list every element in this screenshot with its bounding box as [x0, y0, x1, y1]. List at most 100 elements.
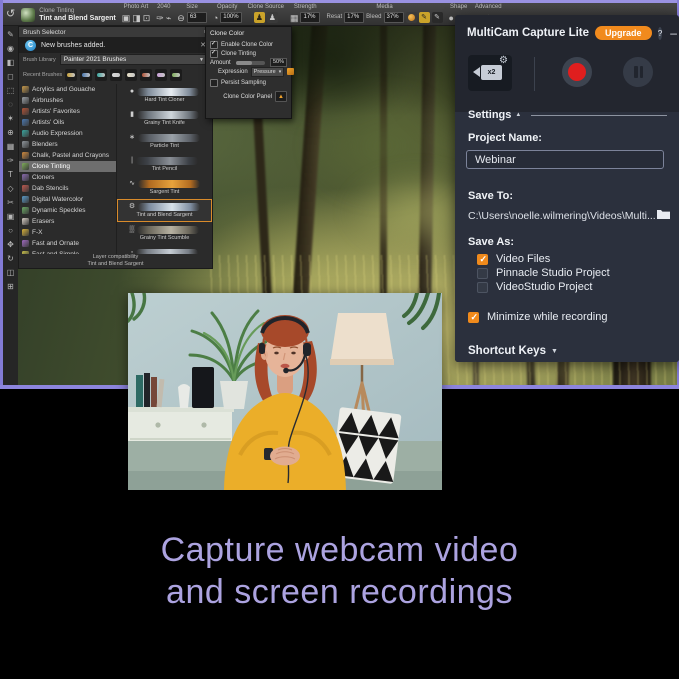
brush-variant-item[interactable]: ▒Grainy Tint Scumble [117, 222, 212, 245]
brush-category-item[interactable]: Clone Tinting [19, 161, 116, 172]
clone-source-icon[interactable]: ♟ [267, 12, 278, 23]
brush-variant-item[interactable]: ▮Grainy Tint Knife [117, 107, 212, 130]
brush-category-item[interactable]: F-X [19, 227, 116, 238]
text-tool-icon[interactable]: T [5, 169, 16, 180]
recent-brush-thumbnail[interactable] [155, 69, 167, 81]
crop-tool-icon[interactable]: ▦ [5, 141, 16, 152]
brush-category-item[interactable]: Audio Expression [19, 128, 116, 139]
checkbox[interactable] [210, 50, 218, 58]
brush-category-label: F-X [32, 229, 42, 236]
minimize-while-recording-option[interactable]: Minimize while recording [455, 310, 679, 324]
brush-category-item[interactable]: Airbrushes [19, 95, 116, 106]
opacity-spinner[interactable]: 100% [220, 12, 241, 23]
brush-variant-item[interactable]: ◦Simple Tint Blender [117, 245, 212, 254]
brush-category-item[interactable]: Cloners [19, 172, 116, 183]
photo-art-icon[interactable]: ◨ [132, 13, 141, 23]
brush-variant-item[interactable]: ●Hard Tint Cloner [117, 84, 212, 107]
doc-icon[interactable]: ✑ [156, 13, 164, 23]
brush-category-item[interactable]: Acrylics and Gouache [19, 84, 116, 95]
photo-art-icon[interactable]: ⊡ [143, 13, 151, 23]
shape-round-icon[interactable]: ● [449, 13, 454, 23]
size-spinner[interactable]: 63 [187, 12, 207, 23]
rotate-page-tool-icon[interactable]: ↻ [5, 253, 16, 264]
brush-category-item[interactable]: Digital Watercolor [19, 194, 116, 205]
media-ink-icon[interactable]: ✎ [432, 12, 443, 23]
brush-tool-icon[interactable]: ✎ [5, 29, 16, 40]
pen-tool-icon[interactable]: ✑ [5, 155, 16, 166]
brush-category-item[interactable]: Artists' Favorites [19, 106, 116, 117]
recent-brush-thumbnail[interactable] [80, 69, 92, 81]
brush-variant-item[interactable]: |Tint Pencil [117, 153, 212, 176]
checkbox[interactable] [477, 282, 488, 293]
help-button[interactable]: ? [658, 27, 663, 40]
capture-sources-button[interactable]: x2 ⚙ [468, 55, 512, 91]
checkbox[interactable] [477, 254, 488, 265]
brush-variant-item[interactable]: ∿Sargent Tint [117, 176, 212, 199]
clone-tinting-option[interactable]: Clone Tinting [210, 49, 287, 58]
shortcut-keys-toggle[interactable]: Shortcut Keys ▼ [468, 345, 558, 357]
doc-icon[interactable]: ⌁ [166, 13, 171, 23]
brush-variant-item[interactable]: ∗Particle Tint [117, 130, 212, 153]
resat-spinner[interactable]: 17% [344, 12, 364, 23]
recent-brush-thumbnail[interactable] [140, 69, 152, 81]
bleed-spinner[interactable]: 37% [384, 12, 404, 23]
expression-color-icon[interactable] [287, 68, 294, 75]
current-brush-chip[interactable]: Clone Tinting Tint and Blend Sargent [21, 4, 116, 24]
strength-spinner[interactable]: 17% [300, 12, 320, 23]
save-as-option[interactable]: Pinnacle Studio Project [455, 266, 679, 280]
magic-wand-tool-icon[interactable]: ✶ [5, 113, 16, 124]
dropper-tool-icon[interactable]: ◉ [5, 43, 16, 54]
shape-label: Shape [450, 4, 467, 11]
mirror-tool-icon[interactable]: ◫ [5, 267, 16, 278]
clone-color-panel-button[interactable]: ▲ [275, 91, 287, 102]
shape-tool-icon[interactable]: ◇ [5, 183, 16, 194]
brush-variant-item[interactable]: ⚙Tint and Blend Sargent [117, 199, 212, 222]
brush-category-item[interactable]: Artists' Oils [19, 117, 116, 128]
project-name-input[interactable] [466, 150, 664, 169]
layer-adjuster-tool-icon[interactable]: ▣ [5, 211, 16, 222]
brush-category-item[interactable]: Chalk, Pastel and Crayons [19, 150, 116, 161]
scissors-tool-icon[interactable]: ✂ [5, 197, 16, 208]
grabber-tool-icon[interactable]: ✥ [5, 239, 16, 250]
brush-category-item[interactable]: Dynamic Speckles [19, 205, 116, 216]
media-pen-icon[interactable]: ✎ [419, 12, 430, 23]
selection-tool-icon[interactable]: ⬚ [5, 85, 16, 96]
clone-source-active-icon[interactable]: ♟ [254, 12, 265, 23]
paint-bucket-tool-icon[interactable]: ◧ [5, 57, 16, 68]
checkbox[interactable] [210, 79, 218, 87]
recent-brush-thumbnail[interactable] [95, 69, 107, 81]
recent-brush-thumbnail[interactable] [110, 69, 122, 81]
recent-brush-thumbnail[interactable] [170, 69, 182, 81]
brush-category-item[interactable]: Dab Stencils [19, 183, 116, 194]
checkbox[interactable] [210, 41, 218, 49]
photo-art-icon[interactable]: ▣ [122, 13, 131, 23]
brush-category-item[interactable]: Blenders [19, 139, 116, 150]
amount-slider[interactable] [236, 61, 265, 65]
lasso-tool-icon[interactable]: ◌ [5, 99, 16, 110]
enable-clone-color-option[interactable]: Enable Clone Color [210, 40, 287, 49]
upgrade-button[interactable]: Upgrade [595, 26, 652, 40]
checkbox[interactable] [477, 268, 488, 279]
reset-tool-icon[interactable]: ↺ [6, 9, 15, 19]
brush-category-item[interactable]: Fast and Ornate [19, 238, 116, 249]
brush-library-dropdown[interactable]: Painter 2021 Brushes ▼ [60, 54, 208, 65]
pause-icon [634, 66, 638, 78]
save-as-option[interactable]: VideoStudio Project [455, 280, 679, 294]
minimize-button[interactable]: – [670, 28, 677, 38]
eraser-tool-icon[interactable]: ◻ [5, 71, 16, 82]
brush-category-item[interactable]: Erasers [19, 216, 116, 227]
recent-brush-thumbnail[interactable] [65, 69, 77, 81]
expression-dropdown[interactable]: Pressure ▾ [251, 67, 285, 77]
pause-button[interactable] [623, 57, 653, 87]
checkbox[interactable] [468, 312, 479, 323]
transform-tool-icon[interactable]: ⊕ [5, 127, 16, 138]
folder-icon[interactable] [656, 208, 671, 223]
save-as-option[interactable]: Video Files [455, 252, 679, 266]
sampling-option[interactable]: Persist Sampling [210, 78, 287, 87]
media-color-icon[interactable] [406, 12, 417, 23]
navigator-tool-icon[interactable]: ⊞ [5, 281, 16, 292]
recent-brush-thumbnail[interactable] [125, 69, 137, 81]
record-button[interactable] [562, 57, 592, 87]
zoom-tool-icon[interactable]: ○ [5, 225, 16, 236]
settings-toggle[interactable]: Settings ▲ [455, 105, 679, 125]
